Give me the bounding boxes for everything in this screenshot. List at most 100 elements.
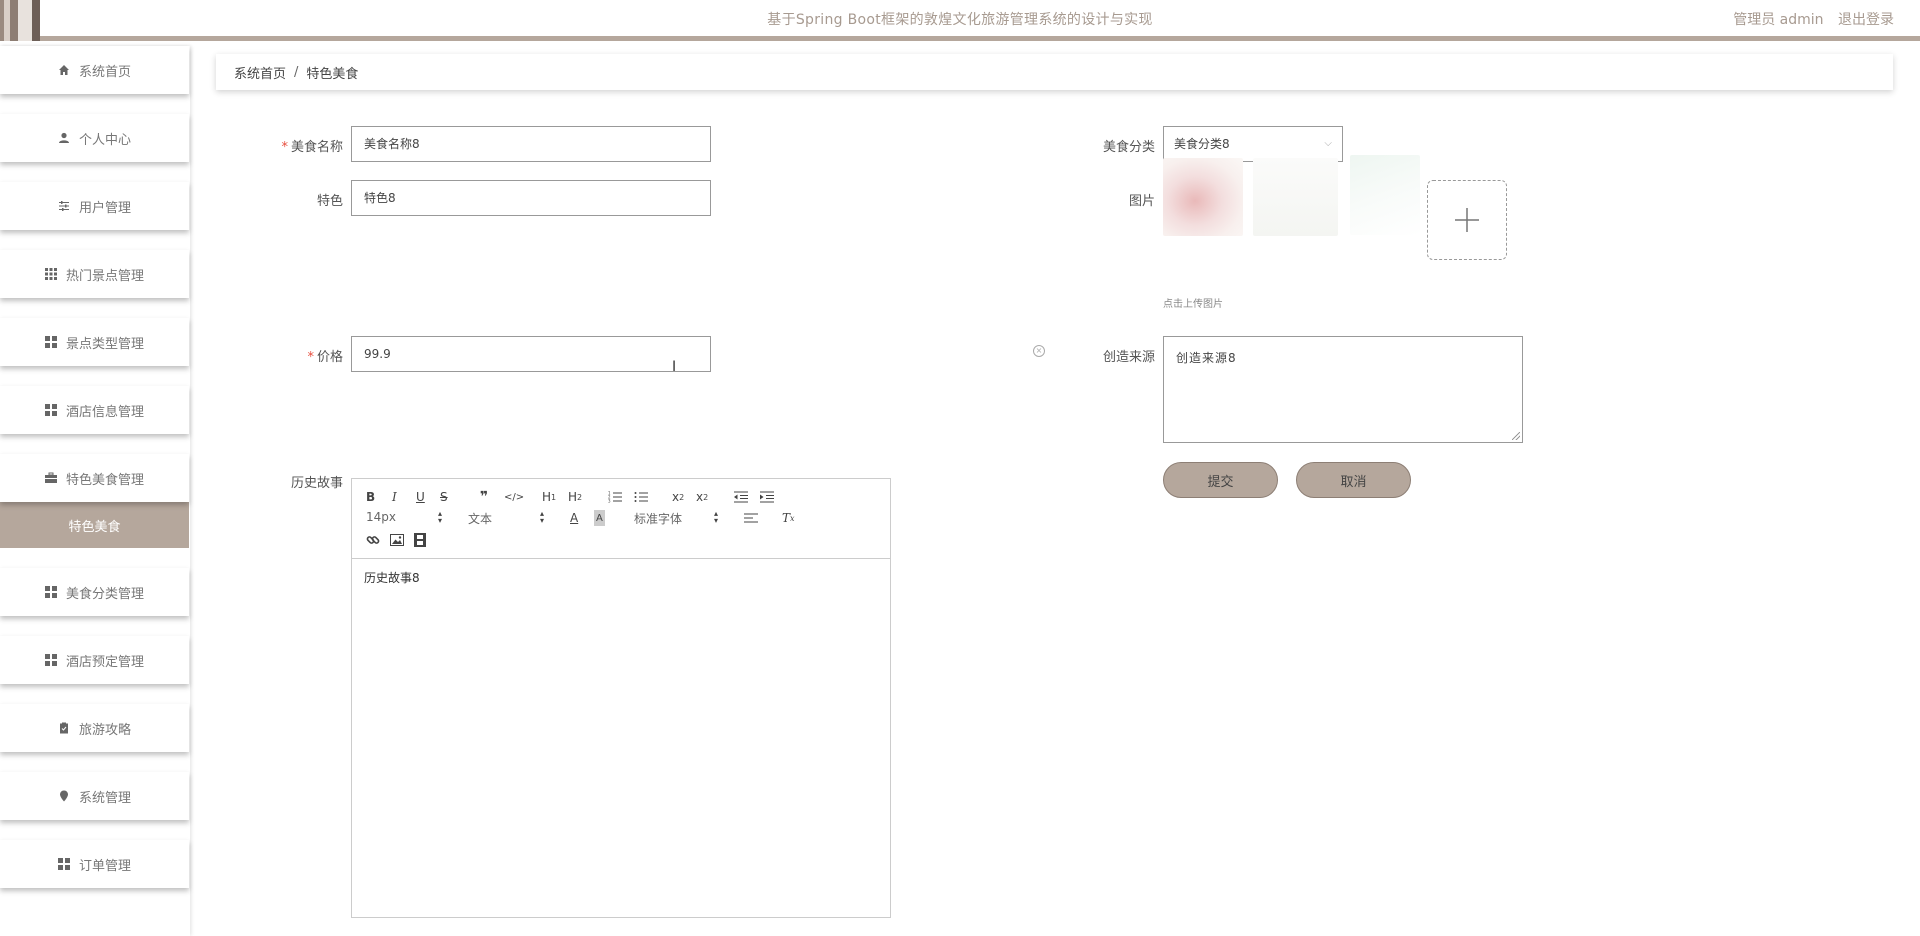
font-family-select[interactable]: 标准字体 ▴ ▾ xyxy=(634,509,718,527)
submit-button[interactable]: 提交 xyxy=(1163,462,1278,498)
background-color-icon[interactable]: A xyxy=(594,510,605,526)
updown-icon: ▴ ▾ xyxy=(713,509,718,525)
feature-input[interactable]: 特色8 xyxy=(351,180,711,216)
image-icon[interactable] xyxy=(390,532,404,548)
clear-format-icon[interactable]: Tx xyxy=(782,510,795,526)
superscript-icon[interactable]: x2 xyxy=(696,489,708,505)
top-header: 基于Spring Boot框架的敦煌文化旅游管理系统的设计与实现 管理员 adm… xyxy=(0,0,1920,41)
food-name-input[interactable]: 美食名称8 xyxy=(351,126,711,162)
feature-label: 特色 xyxy=(316,194,343,209)
italic-icon[interactable]: I xyxy=(392,489,397,505)
sidebar-item-travel-guides[interactable]: 旅游攻略 xyxy=(0,704,189,752)
sidebar-item-label: 系统首页 xyxy=(78,64,131,80)
resize-grip-icon[interactable] xyxy=(1512,432,1520,440)
text-cursor-icon: I xyxy=(672,359,677,375)
align-left-icon[interactable] xyxy=(744,510,758,526)
required-mark: * xyxy=(281,140,288,155)
sidebar-item-label: 个人中心 xyxy=(78,132,131,148)
outdent-icon[interactable] xyxy=(734,489,748,505)
sidebar-subitem-featured-food[interactable]: 特色美食 xyxy=(0,502,189,548)
heading-1-icon[interactable]: H1 xyxy=(542,489,556,505)
subscript-icon[interactable]: x2 xyxy=(672,489,684,505)
food-name-label-text: 美食名称 xyxy=(290,140,343,155)
sidebar-item-label: 美食分类管理 xyxy=(65,586,144,602)
clipboard-icon xyxy=(58,722,71,735)
sidebar-item-orders[interactable]: 订单管理 xyxy=(0,840,189,888)
font-family-value: 标准字体 xyxy=(634,512,683,526)
sidebar-item-food-management[interactable]: 特色美食管理 xyxy=(0,454,189,502)
grid-icon xyxy=(45,586,58,599)
underline-icon[interactable]: U xyxy=(416,489,425,505)
price-input[interactable]: 99.9 xyxy=(351,336,711,372)
image-label: 图片 xyxy=(1128,194,1155,209)
block-type-value: 文本 xyxy=(468,512,493,526)
image-thumbnail-3[interactable] xyxy=(1350,155,1420,235)
price-label-text: 价格 xyxy=(316,350,343,365)
sidebar-item-hot-spots[interactable]: 热门景点管理 xyxy=(0,250,189,298)
sidebar-item-users[interactable]: 用户管理 xyxy=(0,182,189,230)
sidebar-item-spot-types[interactable]: 景点类型管理 xyxy=(0,318,189,366)
ordered-list-icon[interactable]: 123 xyxy=(608,489,622,505)
sidebar-item-label: 景点类型管理 xyxy=(65,336,144,352)
svg-text:3: 3 xyxy=(608,499,611,504)
sidebar: 系统首页 个人中心 用户管理 热门景点管理 景点类型管理 酒店信息管理 特色美食… xyxy=(0,46,190,936)
link-icon[interactable] xyxy=(366,532,380,548)
sidebar-item-label: 旅游攻略 xyxy=(78,722,131,738)
user-icon xyxy=(58,132,71,145)
indent-icon[interactable] xyxy=(760,489,774,505)
cancel-button[interactable]: 取消 xyxy=(1296,462,1411,498)
source-textarea[interactable]: 创造来源8 xyxy=(1163,336,1523,443)
sliders-icon xyxy=(58,200,71,213)
sidebar-item-hotels[interactable]: 酒店信息管理 xyxy=(0,386,189,434)
sidebar-item-system[interactable]: 系统管理 xyxy=(0,772,189,820)
food-name-label: * 美食名称 xyxy=(250,136,343,155)
pin-icon xyxy=(58,790,71,803)
font-size-value: 14px xyxy=(366,510,396,524)
price-label: * 价格 xyxy=(290,346,343,365)
upload-button[interactable] xyxy=(1427,180,1507,260)
grid-icon xyxy=(58,858,71,871)
updown-icon: ▴ ▾ xyxy=(539,509,544,525)
category-select[interactable]: 美食分类8 ⌵ xyxy=(1163,126,1343,162)
current-user-label: 管理员 admin xyxy=(1733,12,1824,28)
video-icon[interactable] xyxy=(414,532,426,548)
font-size-select[interactable]: 14px ▴ ▾ xyxy=(366,510,442,526)
source-textarea-value: 创造来源8 xyxy=(1176,351,1237,365)
breadcrumb-separator: / xyxy=(294,64,299,80)
block-type-select[interactable]: 文本 ▴ ▾ xyxy=(468,509,544,527)
editor-content[interactable]: 历史故事8 xyxy=(352,559,890,596)
updown-icon: ▴ ▾ xyxy=(437,509,442,525)
required-mark: * xyxy=(307,350,314,365)
sidebar-item-profile[interactable]: 个人中心 xyxy=(0,114,189,162)
bold-icon[interactable]: B xyxy=(366,489,375,505)
bullet-list-icon[interactable] xyxy=(634,489,648,505)
briefcase-icon xyxy=(45,472,58,485)
category-label: 美食分类 xyxy=(1102,140,1155,155)
image-thumbnail-1[interactable] xyxy=(1163,158,1243,236)
home-icon xyxy=(58,64,71,77)
image-thumbnail-2[interactable] xyxy=(1253,158,1338,236)
upload-tip: 点击上传图片 xyxy=(1163,299,1223,310)
logout-link[interactable]: 退出登录 xyxy=(1838,12,1894,28)
history-label: 历史故事 xyxy=(290,476,343,491)
sidebar-item-food-categories[interactable]: 美食分类管理 xyxy=(0,568,189,616)
heading-2-icon[interactable]: H2 xyxy=(568,489,582,505)
breadcrumb-home[interactable]: 系统首页 xyxy=(234,63,286,82)
code-icon[interactable]: </> xyxy=(504,489,524,505)
category-select-value: 美食分类8 xyxy=(1174,137,1230,151)
sidebar-item-label: 酒店信息管理 xyxy=(65,404,144,420)
sidebar-item-label: 用户管理 xyxy=(78,200,131,216)
font-color-icon[interactable]: A xyxy=(570,510,578,526)
sidebar-item-hotel-bookings[interactable]: 酒店预定管理 xyxy=(0,636,189,684)
sidebar-item-label: 特色美食管理 xyxy=(65,472,144,488)
plus-icon xyxy=(1455,208,1479,232)
sidebar-item-label: 订单管理 xyxy=(78,858,131,874)
rich-text-editor: B I U S ❞ </> H1 H2 123 x2 x2 14px ▴ ▾ 文本… xyxy=(351,478,891,918)
sidebar-item-label: 系统管理 xyxy=(78,790,131,806)
strikethrough-icon[interactable]: S xyxy=(440,489,448,505)
app-title: 基于Spring Boot框架的敦煌文化旅游管理系统的设计与实现 xyxy=(767,12,1153,28)
clear-circle-icon[interactable]: × xyxy=(1033,345,1045,357)
user-area: 管理员 admin 退出登录 xyxy=(1723,0,1894,40)
blockquote-icon[interactable]: ❞ xyxy=(480,489,488,505)
sidebar-item-home[interactable]: 系统首页 xyxy=(0,46,189,94)
